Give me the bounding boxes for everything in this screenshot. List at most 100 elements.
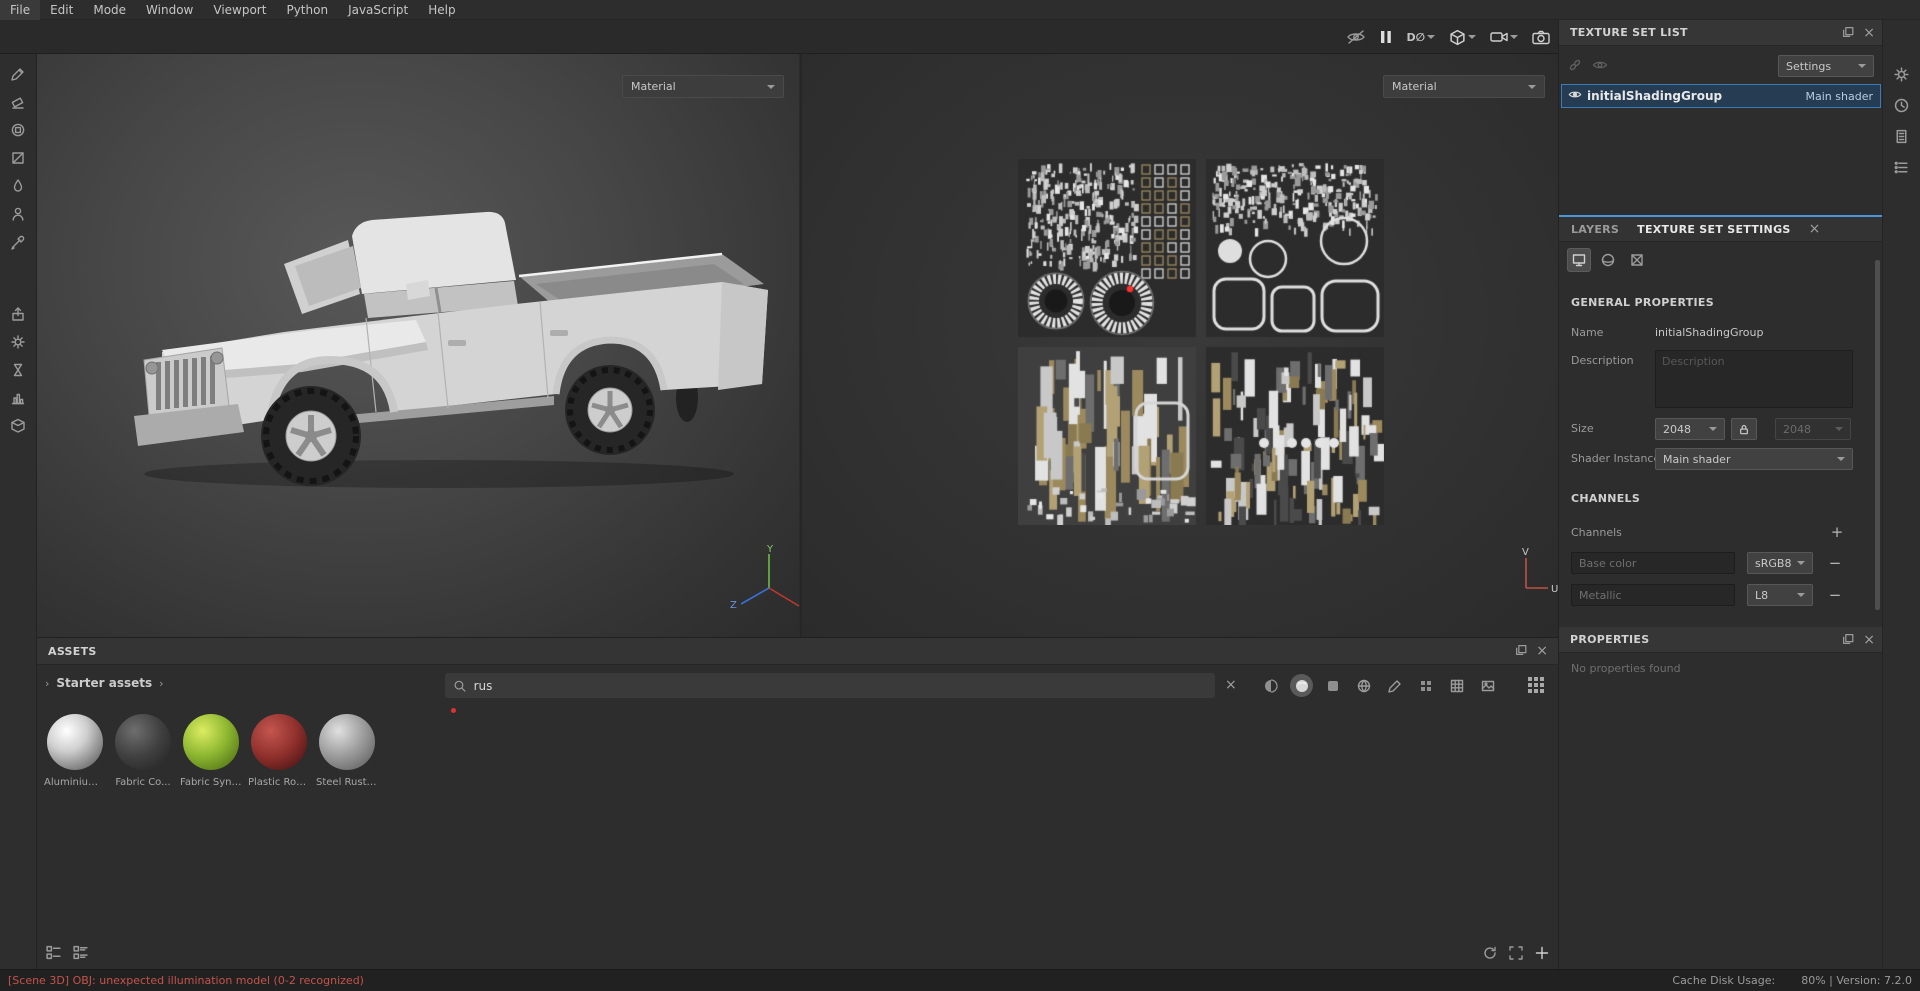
chevron-right-icon[interactable]: › [159, 677, 163, 690]
description-label: Description [1571, 354, 1634, 367]
hide-ui-icon[interactable] [1346, 29, 1366, 45]
panel-title: PROPERTIES [1570, 633, 1649, 646]
visibility-eye-icon[interactable] [1568, 89, 1582, 103]
shader-instance-dropdown[interactable]: Main shader [1655, 448, 1853, 470]
detail-view-icon[interactable] [72, 944, 89, 964]
displacement-icon[interactable]: D∅ [1406, 31, 1435, 44]
menu-item-edit[interactable]: Edit [40, 0, 83, 20]
menu-item-mode[interactable]: Mode [83, 0, 136, 20]
grid-view-icon[interactable] [1527, 676, 1545, 697]
asset-thumbnail[interactable]: Plastic Rou... [247, 714, 311, 788]
eraser-tool-icon[interactable] [5, 90, 31, 114]
asset-thumbnail[interactable]: Fabric Synt... [179, 714, 243, 788]
close-panel-icon[interactable]: × [1536, 644, 1548, 658]
settings-gear-icon[interactable] [1890, 62, 1914, 86]
remove-channel-button[interactable]: − [1825, 585, 1845, 605]
name-value: initialShadingGroup [1655, 326, 1763, 339]
tab-layers[interactable]: LAYERS [1571, 223, 1619, 236]
material-picker-tool-icon[interactable] [5, 230, 31, 254]
axis-gizmo-3d[interactable]: Y X Z [727, 544, 811, 618]
polygon-fill-tool-icon[interactable] [5, 146, 31, 170]
list-view-icon[interactable] [45, 944, 62, 964]
shading-mode-dropdown-2d[interactable]: Material [1383, 75, 1545, 98]
menu-item-help[interactable]: Help [418, 0, 465, 20]
properties-header: PROPERTIES × [1559, 627, 1883, 653]
size-width-dropdown[interactable]: 2048 [1655, 418, 1725, 440]
smudge-tool-icon[interactable] [5, 174, 31, 198]
menu-item-javascript[interactable]: JavaScript [338, 0, 418, 20]
screenshot-icon[interactable] [1532, 30, 1550, 45]
menu-item-python[interactable]: Python [276, 0, 338, 20]
export-icon[interactable] [5, 302, 31, 326]
asset-thumbnail[interactable]: Steel Rust ... [315, 714, 379, 788]
statistics-icon[interactable] [5, 386, 31, 410]
viewport-3d[interactable]: Material [37, 54, 799, 637]
description-input[interactable] [1655, 350, 1853, 408]
close-panel-icon[interactable]: × [1863, 26, 1875, 40]
size-lock-button[interactable] [1731, 418, 1757, 440]
close-tab-icon[interactable]: × [1809, 222, 1821, 236]
search-input[interactable] [474, 679, 1207, 693]
float-panel-icon[interactable] [1841, 632, 1855, 649]
smart-materials-filter-icon[interactable] [1290, 674, 1313, 697]
shader-instance-value: Main shader [1663, 453, 1730, 466]
channel-format-dropdown[interactable]: sRGB8 [1747, 552, 1813, 574]
resources-icon[interactable] [5, 414, 31, 438]
viewport-2d[interactable]: Material V U [800, 54, 1558, 637]
geometry-icon[interactable] [1449, 29, 1476, 46]
shading-mode-dropdown-3d[interactable]: Material [622, 75, 784, 98]
remove-channel-button[interactable]: − [1825, 553, 1845, 573]
materials-filter-icon[interactable] [1259, 674, 1282, 697]
clear-search-icon[interactable]: × [1225, 678, 1237, 692]
paint-tool-icon[interactable] [5, 62, 31, 86]
tab-texture-set-settings[interactable]: TEXTURE SET SETTINGS [1637, 223, 1790, 236]
visibility-all-icon[interactable] [1592, 59, 1608, 74]
projection-tool-icon[interactable] [5, 118, 31, 142]
material-mode-icon[interactable] [1596, 248, 1620, 272]
display-settings-icon[interactable] [5, 330, 31, 354]
asset-thumbnail[interactable]: Aluminium... [43, 714, 107, 788]
channel-name-field[interactable]: Metallic [1571, 584, 1735, 606]
history-icon[interactable] [5, 358, 31, 382]
texture-set-settings-dropdown[interactable]: Settings [1778, 55, 1874, 77]
add-asset-icon[interactable] [1534, 945, 1550, 964]
environments-filter-icon[interactable] [1352, 674, 1375, 697]
smart-masks-filter-icon[interactable] [1321, 674, 1344, 697]
log-document-icon[interactable] [1890, 124, 1914, 148]
channel-name-field[interactable]: Base color [1571, 552, 1735, 574]
search-box[interactable] [445, 673, 1215, 698]
menu-item-file[interactable]: File [0, 0, 40, 20]
uv-islands-canvas[interactable] [1018, 159, 1384, 525]
model-3d[interactable] [104, 184, 784, 490]
patterns-filter-icon[interactable] [1445, 674, 1468, 697]
cache-disk-usage-value: 80% | Version: 7.2.0 [1801, 974, 1912, 987]
channels-title: CHANNELS [1571, 492, 1640, 505]
textures-filter-icon[interactable] [1476, 674, 1499, 697]
add-channel-button[interactable]: + [1827, 522, 1847, 542]
chevron-right-icon[interactable]: › [45, 677, 49, 690]
refresh-icon[interactable] [1482, 945, 1498, 964]
close-panel-icon[interactable]: × [1863, 633, 1875, 647]
expand-frame-icon[interactable] [1508, 945, 1524, 964]
list-icon[interactable] [1890, 155, 1914, 179]
camera-icon[interactable] [1490, 30, 1518, 44]
menu-item-viewport[interactable]: Viewport [203, 0, 276, 20]
pause-button[interactable] [1380, 30, 1392, 44]
menu-item-window[interactable]: Window [136, 0, 203, 20]
asset-thumbnail[interactable]: Fabric Co... [111, 714, 175, 788]
texture-set-mode-icon[interactable] [1567, 248, 1591, 272]
name-label: Name [1571, 326, 1603, 339]
link-texture-sets-icon[interactable] [1567, 57, 1583, 76]
alphas-filter-icon[interactable] [1414, 674, 1437, 697]
panel-title: TEXTURE SET LIST [1570, 26, 1688, 39]
float-panel-icon[interactable] [1514, 643, 1528, 660]
history-clock-icon[interactable] [1890, 93, 1914, 117]
float-panel-icon[interactable] [1841, 25, 1855, 42]
no-uv-mode-icon[interactable] [1625, 248, 1649, 272]
texture-set-row[interactable]: initialShadingGroup Main shader [1561, 84, 1881, 108]
breadcrumb-label[interactable]: Starter assets [56, 676, 152, 690]
channel-format-dropdown[interactable]: L8 [1747, 584, 1813, 606]
brushes-filter-icon[interactable] [1383, 674, 1406, 697]
clone-tool-icon[interactable] [5, 202, 31, 226]
panel-scrollbar[interactable] [1875, 260, 1880, 610]
